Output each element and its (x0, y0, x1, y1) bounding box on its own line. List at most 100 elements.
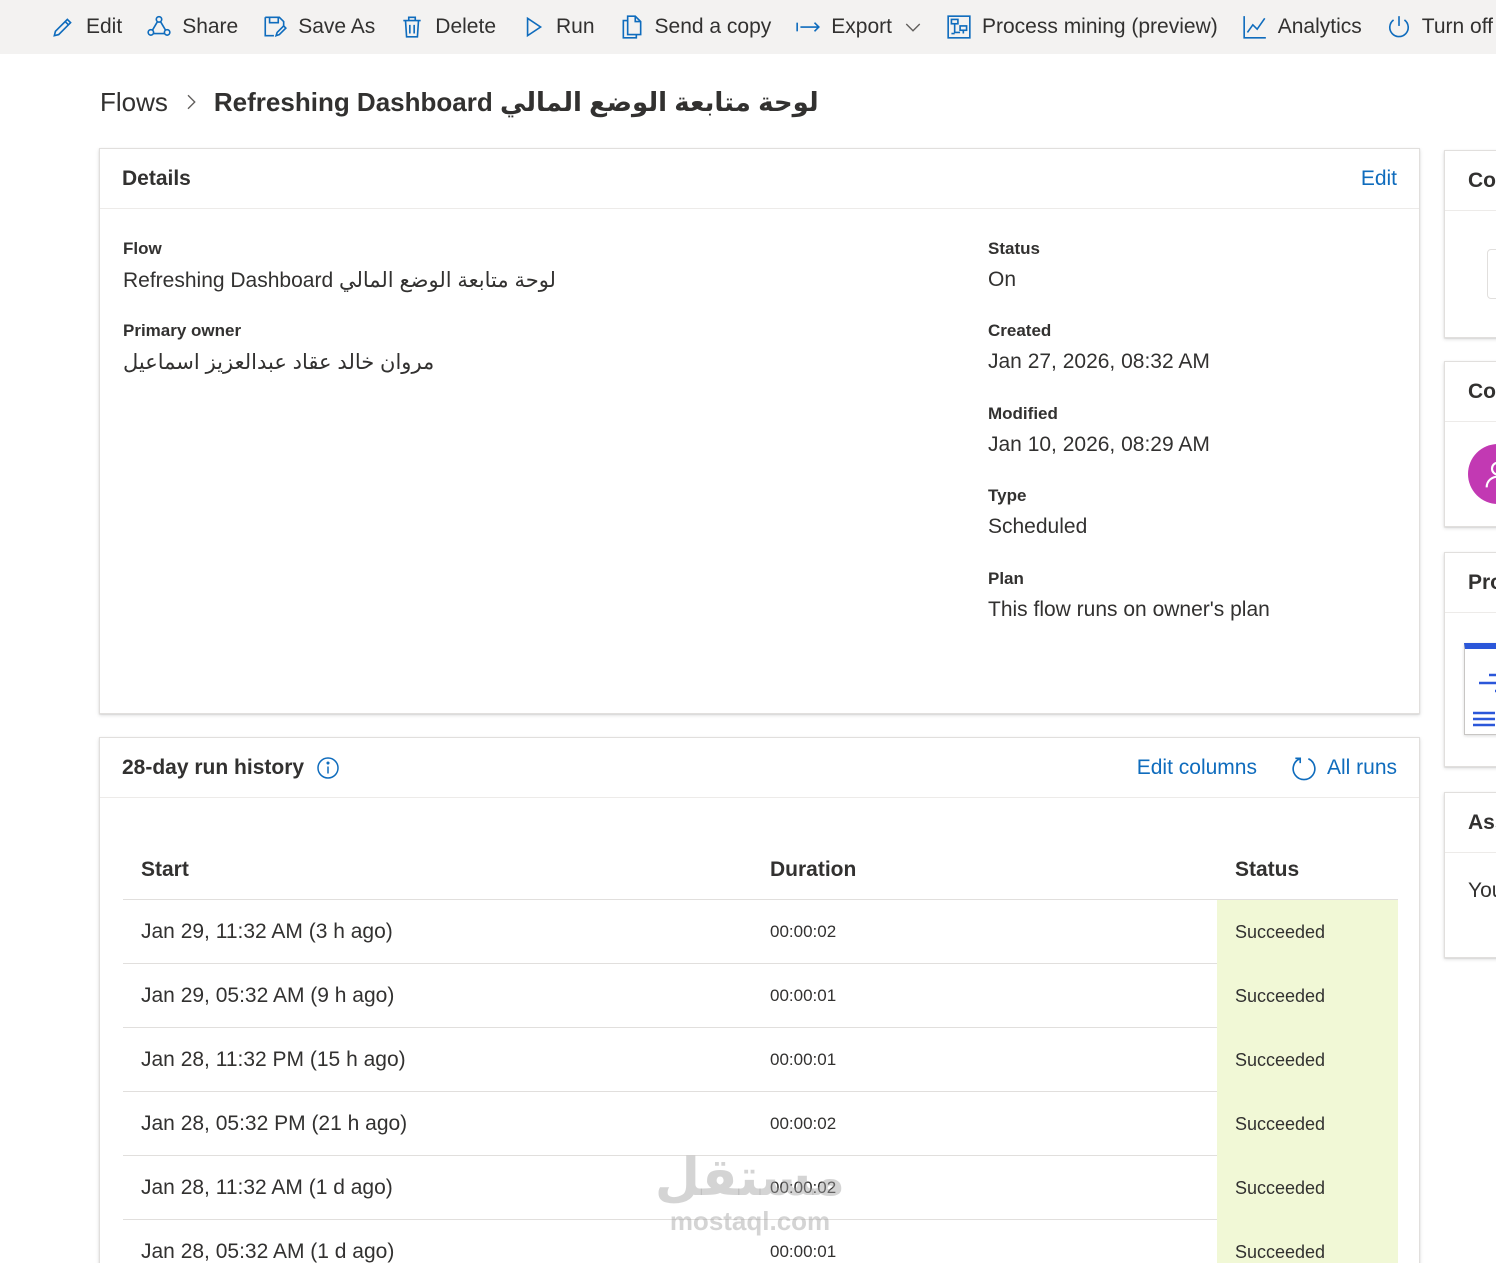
created-value: Jan 27, 2026, 08:32 AM (988, 350, 1210, 373)
analytics-button[interactable]: Analytics (1242, 0, 1362, 54)
export-icon (796, 22, 821, 32)
plan-value: This flow runs on owner's plan (988, 598, 1270, 621)
run-status-cell: Succeeded (1217, 1156, 1398, 1220)
chevron-right-icon (187, 94, 196, 110)
table-row[interactable]: Jan 28, 11:32 PM (15 h ago) 00:00:01 Suc… (123, 1028, 1398, 1092)
process-mining-card: Pro (1444, 552, 1496, 767)
run-duration: 00:00:02 (770, 922, 837, 941)
run-status: Succeeded (1235, 986, 1326, 1006)
connection-tile[interactable] (1487, 249, 1496, 299)
share-label: Share (182, 15, 239, 38)
process-mining-label: Process mining (preview) (982, 15, 1218, 38)
run-status-cell: Succeeded (1217, 964, 1398, 1028)
run-start[interactable]: Jan 29, 11:32 AM (3 h ago) (141, 920, 393, 944)
run-button[interactable]: Run (520, 0, 595, 54)
process-mining-icon (947, 15, 971, 39)
run-status: Succeeded (1235, 922, 1326, 942)
column-header-start[interactable]: Start (141, 858, 189, 882)
run-history-table: Start Duration Status Jan 29, 11:32 AM (… (123, 836, 1398, 1263)
turn-off-button[interactable]: Turn off (1386, 0, 1493, 54)
details-header: Details Edit (100, 149, 1419, 209)
trash-icon (403, 16, 421, 38)
run-start[interactable]: Jan 28, 05:32 PM (21 h ago) (141, 1112, 407, 1136)
command-bar: Edit Share Save As Delete Run Send a cop… (0, 0, 1496, 54)
column-header-duration[interactable]: Duration (770, 858, 856, 882)
associated-title: Ass (1468, 810, 1496, 834)
table-row[interactable]: Jan 28, 11:32 AM (1 d ago) 00:00:02 Succ… (123, 1156, 1398, 1220)
report-thumbnail (1464, 643, 1496, 735)
table-row[interactable]: Jan 28, 05:32 AM (1 d ago) 00:00:01 Succ… (123, 1220, 1398, 1263)
type-label: Type (988, 486, 1027, 505)
flow-value: Refreshing Dashboard لوحة متابعة الوضع ا… (123, 269, 556, 292)
refresh-icon[interactable] (1291, 755, 1317, 781)
run-history-header: 28-day run history Edit columns All runs (100, 738, 1419, 798)
process-mining-title: Pro (1468, 570, 1496, 594)
modified-label: Modified (988, 404, 1058, 423)
run-status-cell: Succeeded (1217, 1220, 1398, 1263)
details-edit-link[interactable]: Edit (1361, 167, 1397, 191)
turn-off-label: Turn off (1421, 15, 1493, 38)
run-status: Succeeded (1235, 1242, 1326, 1262)
share-button[interactable]: Share (146, 0, 238, 54)
details-card: Details Edit Flow Refreshing Dashboard ل… (99, 148, 1420, 714)
page-title: Refreshing Dashboard لوحة متابعة الوضع ا… (213, 86, 819, 117)
send-copy-button[interactable]: Send a copy (619, 0, 771, 54)
run-start[interactable]: Jan 28, 05:32 AM (1 d ago) (141, 1240, 394, 1263)
analytics-label: Analytics (1277, 15, 1362, 38)
breadcrumb-flows-link[interactable]: Flows (100, 87, 168, 118)
status-value: On (988, 268, 1017, 291)
run-status: Succeeded (1235, 1114, 1326, 1134)
export-button[interactable]: Export (795, 0, 922, 54)
chevron-down-icon (905, 23, 921, 32)
export-label: Export (831, 15, 892, 38)
run-status: Succeeded (1235, 1050, 1326, 1070)
modified-value: Jan 10, 2026, 08:29 AM (988, 433, 1210, 456)
run-duration: 00:00:01 (770, 986, 837, 1005)
play-icon (526, 16, 543, 38)
owner-label: Primary owner (123, 321, 242, 340)
run-history-actions: Edit columns All runs (1137, 738, 1397, 798)
run-duration: 00:00:01 (770, 1050, 837, 1069)
run-duration: 00:00:02 (770, 1114, 837, 1133)
power-icon (1388, 16, 1409, 38)
run-status: Succeeded (1235, 1178, 1326, 1198)
co-owners-card: Co (1444, 361, 1496, 527)
run-duration: 00:00:01 (770, 1242, 837, 1261)
flow-label: Flow (123, 239, 162, 258)
info-icon[interactable] (316, 756, 340, 780)
process-mining-button[interactable]: Process mining (preview) (946, 0, 1218, 54)
edit-button[interactable]: Edit (50, 0, 122, 54)
table-row[interactable]: Jan 28, 05:32 PM (21 h ago) 00:00:02 Suc… (123, 1092, 1398, 1156)
run-history-title: 28-day run history (122, 755, 305, 779)
run-label: Run (556, 15, 595, 38)
type-value: Scheduled (988, 515, 1088, 538)
created-label: Created (988, 321, 1052, 340)
delete-button[interactable]: Delete (399, 0, 496, 54)
pencil-icon (53, 18, 72, 37)
co-owners-header: Co (1445, 362, 1496, 422)
breadcrumb: Flows Refreshing Dashboard لوحة متابعة ا… (100, 82, 819, 122)
save-as-icon (264, 16, 288, 37)
run-start[interactable]: Jan 28, 11:32 AM (1 d ago) (141, 1176, 393, 1200)
run-start[interactable]: Jan 28, 11:32 PM (15 h ago) (141, 1048, 406, 1072)
connections-title: Con (1468, 168, 1496, 192)
all-runs-link[interactable]: All runs (1327, 756, 1397, 780)
owner-value: مروان خالد عقاد عبدالعزيز اسماعيل (123, 351, 435, 374)
save-as-button[interactable]: Save As (262, 0, 375, 54)
connections-header: Con (1445, 151, 1496, 211)
associated-header: Ass (1445, 793, 1496, 853)
details-title: Details (122, 166, 191, 190)
copy-icon (622, 15, 642, 39)
process-mining-header: Pro (1445, 553, 1496, 613)
avatar (1468, 444, 1496, 504)
column-header-status[interactable]: Status (1235, 858, 1299, 882)
status-label: Status (988, 239, 1040, 258)
edit-columns-link[interactable]: Edit columns (1137, 756, 1257, 780)
plan-label: Plan (988, 569, 1024, 588)
table-row[interactable]: Jan 29, 11:32 AM (3 h ago) 00:00:02 Succ… (123, 900, 1398, 964)
associated-card: Ass You (1444, 792, 1496, 958)
run-start[interactable]: Jan 29, 05:32 AM (9 h ago) (141, 984, 394, 1008)
co-owners-title: Co (1468, 379, 1496, 403)
table-row[interactable]: Jan 29, 05:32 AM (9 h ago) 00:00:01 Succ… (123, 964, 1398, 1028)
table-header: Start Duration Status (123, 836, 1398, 900)
